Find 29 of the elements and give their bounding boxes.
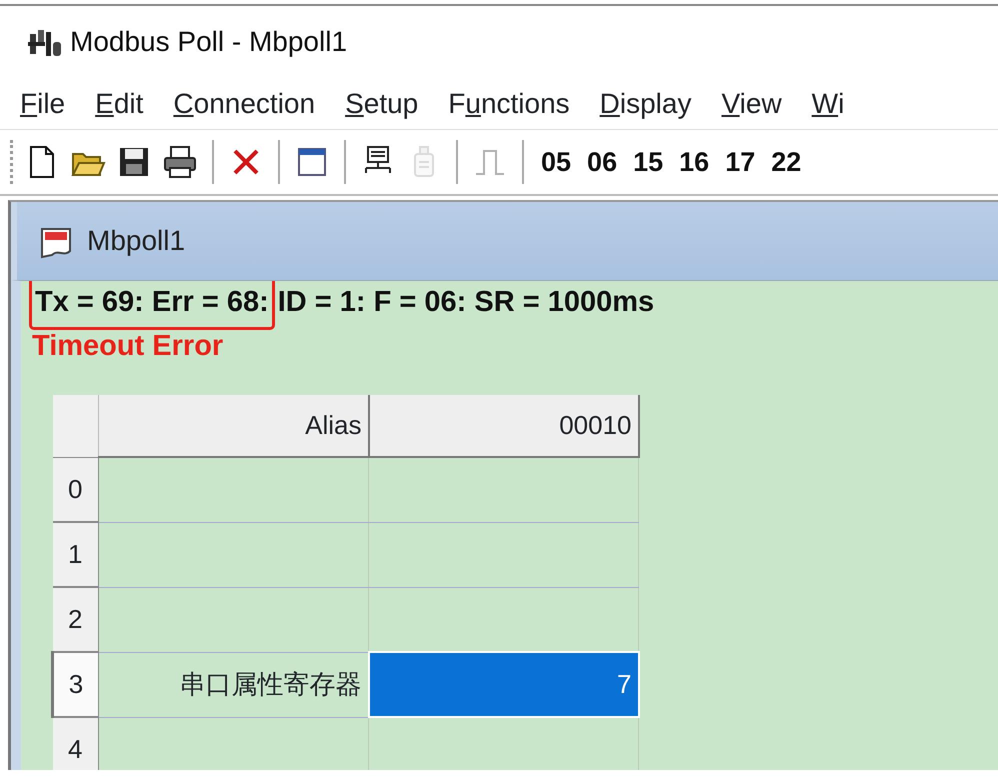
row-header[interactable]: 1 [52, 522, 98, 587]
document-title: Mbpoll1 [87, 224, 186, 258]
menu-item[interactable]: Edit [95, 82, 144, 124]
menu-item[interactable]: Wi [812, 82, 844, 124]
menu-item[interactable]: Connection [173, 82, 316, 124]
row-header[interactable]: 4 [52, 717, 98, 770]
menu-item[interactable]: Functions [448, 82, 570, 124]
error-message: Timeout Error [31, 329, 224, 364]
function-code-button[interactable]: 15 [630, 142, 666, 182]
function-code-button[interactable]: 06 [584, 142, 620, 182]
status-text: ID = 1: F = 06: SR = 1000ms [276, 285, 656, 320]
menu-item[interactable]: Display [600, 82, 692, 124]
window-title: Modbus Poll - Mbpoll1 [70, 25, 348, 59]
row-header[interactable]: 3 [52, 652, 98, 717]
function-code-button[interactable]: 17 [722, 142, 758, 182]
status-text: Tx = 69: Err = 68: [29, 281, 275, 330]
row-header[interactable]: 2 [52, 587, 98, 652]
printer-icon[interactable] [162, 144, 198, 180]
table-cell: 7 [368, 652, 638, 717]
column-header[interactable]: Alias [98, 395, 368, 457]
grid-corner [52, 395, 98, 457]
menu-item[interactable]: Setup [345, 82, 418, 124]
function-code-button[interactable]: 16 [676, 142, 712, 182]
menu-item[interactable]: View [721, 82, 782, 124]
menu-item[interactable]: File [20, 82, 66, 124]
row-header[interactable]: 0 [52, 457, 98, 522]
function-code-button[interactable]: 22 [768, 142, 804, 182]
function-code-button[interactable]: 05 [538, 142, 574, 182]
column-header[interactable]: 00010 [368, 395, 638, 457]
